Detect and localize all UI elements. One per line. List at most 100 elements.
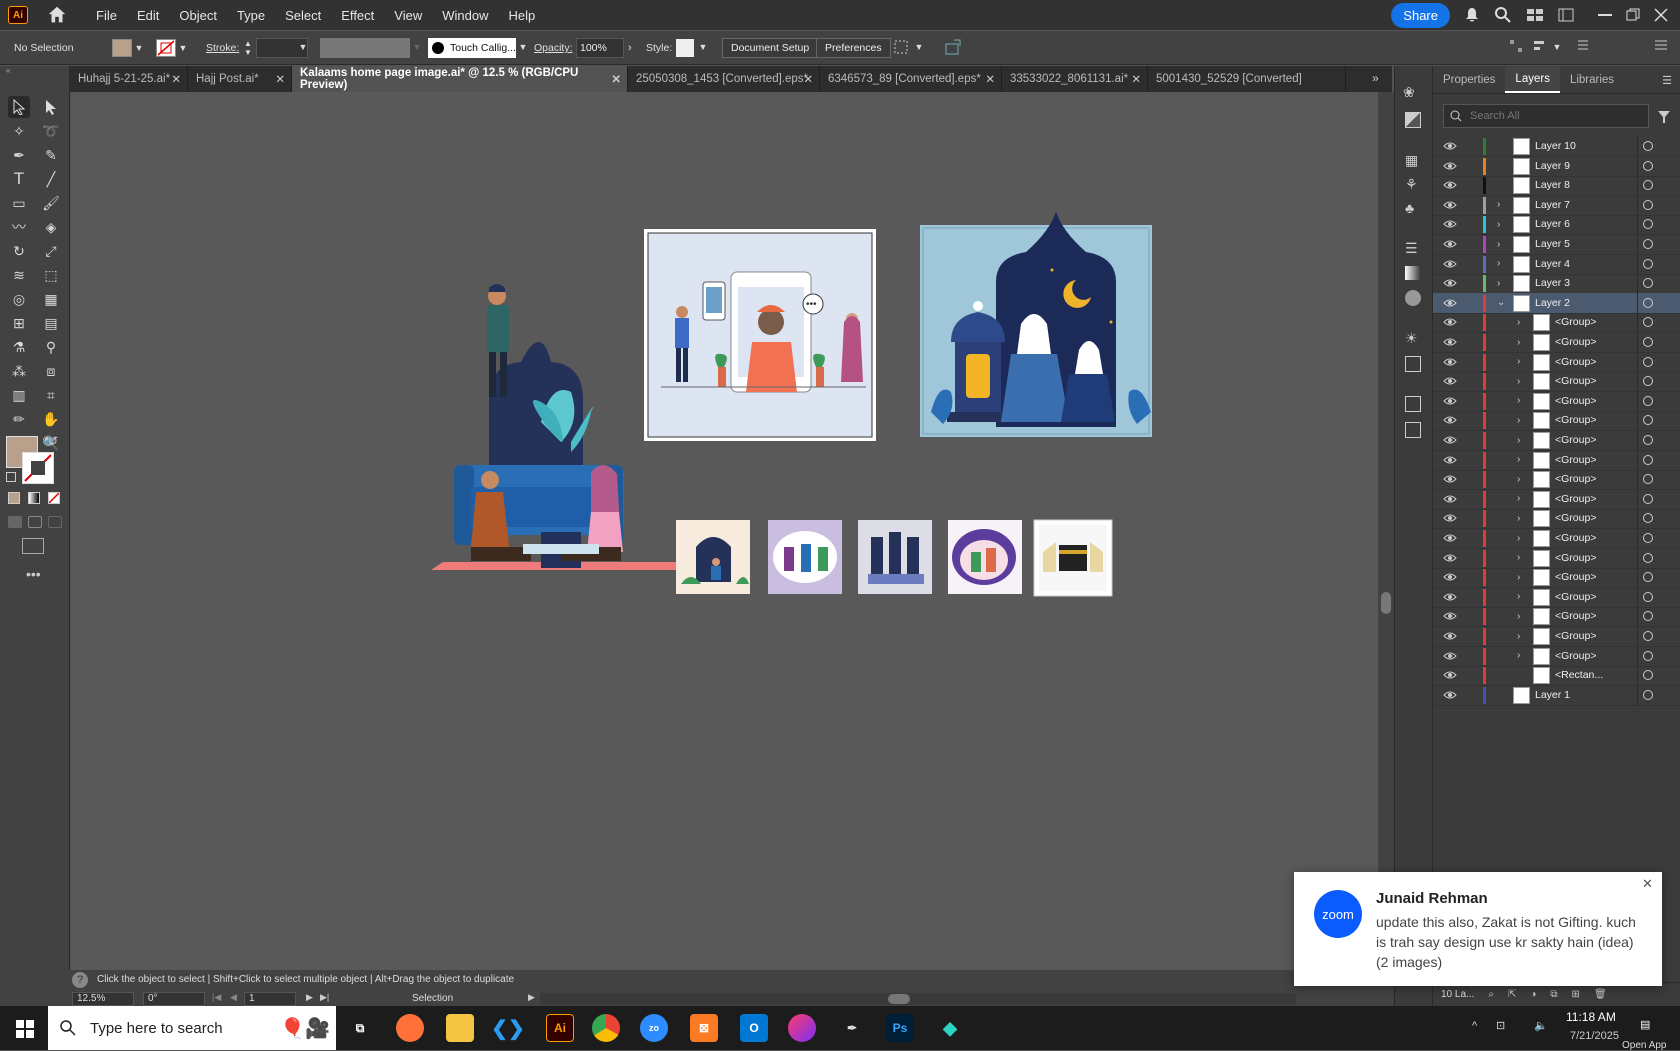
brushes-icon[interactable]: ⚘ — [1405, 176, 1418, 193]
firefox-icon[interactable] — [396, 1014, 424, 1042]
line-tool-icon[interactable]: ╱ — [40, 168, 62, 190]
panel-menu-icon[interactable]: ☰ — [1662, 74, 1672, 87]
layer-name[interactable]: Layer 2 — [1535, 297, 1570, 309]
fill-swatch[interactable] — [112, 39, 132, 57]
gradient-panel-icon[interactable] — [1405, 266, 1421, 280]
layer-row[interactable]: › <Group> — [1433, 430, 1680, 451]
chevron-right-icon[interactable]: › — [1517, 493, 1520, 504]
layer-row[interactable]: › <Group> — [1433, 312, 1680, 334]
layer-name[interactable]: Layer 3 — [1535, 277, 1570, 289]
layer-name[interactable]: Layer 4 — [1535, 258, 1570, 270]
screen-mode-icon[interactable] — [22, 538, 44, 554]
target-circle-icon[interactable] — [1643, 591, 1653, 602]
layer-name[interactable]: <Group> — [1555, 356, 1596, 368]
home-icon[interactable] — [46, 4, 68, 26]
target-circle-icon[interactable] — [1643, 199, 1653, 210]
target-circle-icon[interactable] — [1643, 356, 1653, 367]
more-tabs-icon[interactable]: » — [1372, 71, 1379, 85]
visibility-eye-icon[interactable] — [1443, 689, 1457, 701]
layer-row[interactable]: ⌄ Layer 2 — [1433, 292, 1680, 314]
menu-window[interactable]: Window — [434, 5, 496, 26]
visibility-eye-icon[interactable] — [1443, 454, 1457, 466]
layer-row[interactable]: Layer 9 — [1433, 155, 1680, 177]
menu-select[interactable]: Select — [277, 5, 329, 26]
visibility-eye-icon[interactable] — [1443, 160, 1457, 172]
slice-tool-icon[interactable]: ⌗ — [40, 384, 62, 406]
layer-name[interactable]: Layer 6 — [1535, 218, 1570, 230]
clipping-mask-icon[interactable]: ◑ — [1530, 989, 1536, 1000]
layer-name[interactable]: <Group> — [1555, 571, 1596, 583]
chrome-icon[interactable] — [592, 1014, 620, 1042]
chevron-right-icon[interactable]: › — [1517, 337, 1520, 348]
close-tab-icon[interactable]: ✕ — [985, 72, 995, 86]
layer-name[interactable]: Layer 9 — [1535, 160, 1570, 172]
target-circle-icon[interactable] — [1643, 650, 1653, 661]
opacity-label[interactable]: Opacity: — [534, 38, 573, 58]
horizontal-scrollbar[interactable] — [540, 993, 1296, 1005]
export-layer-icon[interactable]: ⇱ — [1508, 989, 1516, 1000]
scroll-thumb[interactable] — [1381, 592, 1391, 614]
layer-name[interactable]: <Group> — [1555, 434, 1596, 446]
visibility-eye-icon[interactable] — [1443, 297, 1457, 309]
layer-row[interactable]: › <Group> — [1433, 488, 1680, 510]
target-circle-icon[interactable] — [1643, 493, 1653, 504]
target-circle-icon[interactable] — [1643, 611, 1653, 622]
visibility-eye-icon[interactable] — [1443, 571, 1457, 583]
menu-edit[interactable]: Edit — [129, 5, 167, 26]
windows-start-icon[interactable] — [16, 1020, 34, 1038]
tab-5001430[interactable]: 5001430_52529 [Converted] — [1148, 66, 1346, 92]
blend-tool-icon[interactable]: ⚗ — [8, 336, 30, 358]
minimize-icon[interactable] — [1598, 14, 1612, 16]
distribute-icon[interactable] — [1532, 38, 1548, 58]
target-circle-icon[interactable] — [1643, 395, 1653, 406]
layer-row[interactable]: › <Group> — [1433, 547, 1680, 569]
workspace-icon[interactable] — [1526, 8, 1544, 22]
target-circle-icon[interactable] — [1643, 631, 1653, 641]
eraser-tool-icon[interactable]: ◈ — [40, 216, 62, 238]
target-circle-icon[interactable] — [1643, 474, 1653, 485]
visibility-eye-icon[interactable] — [1443, 512, 1457, 524]
paintbrush-tool-icon[interactable]: 🖌 — [40, 192, 62, 214]
visibility-eye-icon[interactable] — [1443, 238, 1457, 250]
style-swatch[interactable] — [676, 39, 694, 57]
width-tool-icon[interactable]: ≋ — [8, 264, 30, 286]
export-icon[interactable] — [1405, 396, 1421, 412]
stepper-icon[interactable]: ▲ ▼ — [244, 39, 252, 57]
color-mode-icon[interactable] — [8, 492, 20, 504]
variable-width-profile[interactable] — [320, 38, 410, 58]
visibility-eye-icon[interactable] — [1443, 434, 1457, 446]
none-mode-icon[interactable] — [48, 492, 60, 504]
curvature-tool-icon[interactable]: ✎ — [40, 144, 62, 166]
clock-date[interactable]: 7/21/2025 — [1570, 1030, 1619, 1042]
locate-object-icon[interactable]: ⌕ — [1488, 989, 1494, 1000]
target-circle-icon[interactable] — [1643, 513, 1653, 524]
visibility-eye-icon[interactable] — [1443, 179, 1457, 191]
chevron-right-icon[interactable]: › — [1517, 317, 1520, 328]
default-colors-icon[interactable] — [6, 472, 16, 482]
visibility-eye-icon[interactable] — [1443, 532, 1457, 544]
graph-tool-icon[interactable]: ▥ — [8, 384, 30, 406]
zoom-app-icon[interactable]: zo — [640, 1014, 668, 1042]
color-guide-icon[interactable]: ❀ — [1403, 84, 1415, 101]
close-icon[interactable] — [1654, 8, 1668, 22]
illustrator-taskbar-icon[interactable]: Ai — [546, 1014, 574, 1042]
stroke-color-swatch[interactable] — [22, 452, 54, 484]
creative-cloud-icon[interactable] — [788, 1014, 816, 1042]
delete-layer-icon[interactable]: 🗑 — [1594, 989, 1607, 1000]
rotate-tool-icon[interactable]: ↻ — [8, 240, 30, 262]
layer-name[interactable]: <Group> — [1555, 473, 1596, 485]
hand-tool-icon[interactable]: ✋ — [40, 408, 62, 430]
stroke-label[interactable]: Stroke: — [206, 38, 239, 58]
visibility-eye-icon[interactable] — [1443, 336, 1457, 348]
shaper-tool-icon[interactable]: 〰 — [8, 216, 30, 238]
menu-file[interactable]: File — [88, 5, 125, 26]
taskbar-search-input[interactable]: Type here to search 🎈🎥 — [48, 1006, 336, 1050]
layer-name[interactable]: <Group> — [1555, 375, 1596, 387]
first-artboard-icon[interactable]: |◀ — [212, 992, 221, 1003]
symbols-icon[interactable]: ♣ — [1405, 200, 1414, 216]
chevron-down-icon[interactable]: ▼ — [176, 39, 190, 57]
layers-search-input[interactable]: Search All — [1443, 104, 1649, 128]
scale-tool-icon[interactable]: ⤢ — [40, 240, 62, 262]
file-explorer-icon[interactable] — [446, 1014, 474, 1042]
layer-row[interactable]: › <Group> — [1433, 449, 1680, 471]
